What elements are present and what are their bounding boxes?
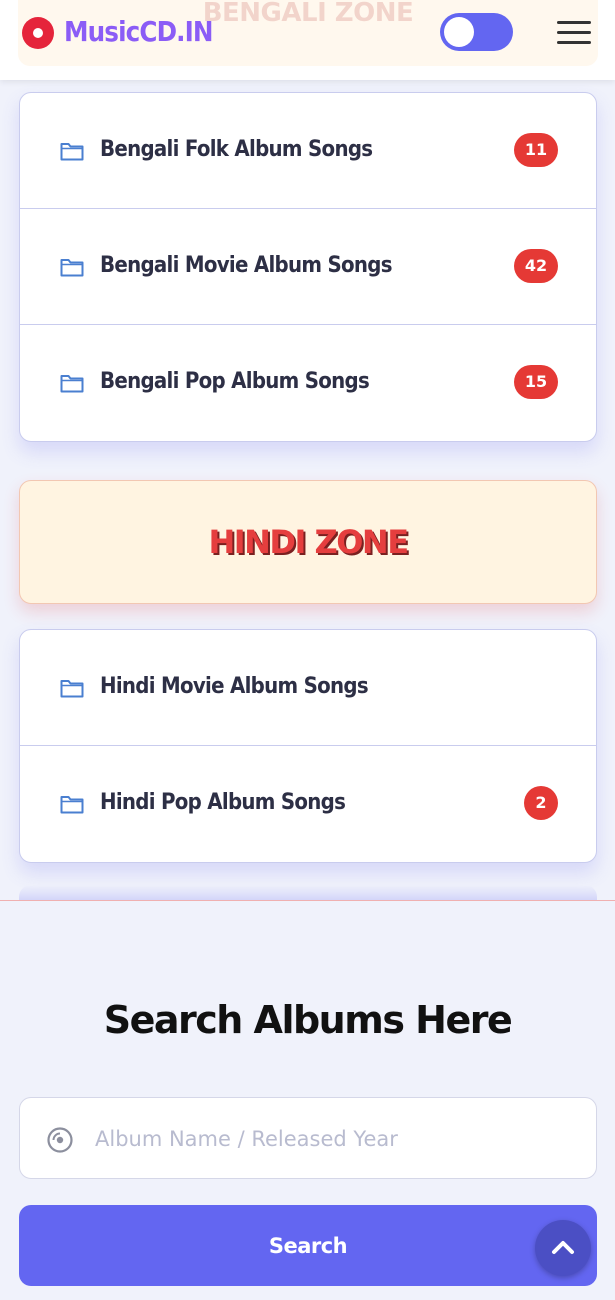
search-field[interactable] xyxy=(19,1097,597,1179)
list-item-label[interactable]: Hindi Pop Album Songs xyxy=(100,790,346,815)
folder-icon xyxy=(60,143,84,161)
list-item-label[interactable]: Bengali Movie Album Songs xyxy=(100,253,392,278)
list-item[interactable]: Hindi Movie Album Songs xyxy=(20,630,596,746)
site-logo[interactable]: MusicCD.IN xyxy=(64,15,214,48)
search-title: Search Albums Here xyxy=(103,998,513,1042)
theme-toggle[interactable] xyxy=(440,13,513,51)
hindi-zone-banner: HINDI ZONE xyxy=(19,480,597,604)
disc-icon xyxy=(47,1127,73,1153)
search-section: Search Albums Here Search xyxy=(0,900,615,1300)
list-item[interactable]: Bengali Pop Album Songs 15 xyxy=(20,325,596,441)
list-item-label[interactable]: Bengali Pop Album Songs xyxy=(100,369,370,394)
folder-icon xyxy=(60,375,84,393)
top-header: BENGALI ZONE MusicCD.IN xyxy=(0,0,615,80)
list-item[interactable]: Hindi Pop Album Songs 2 xyxy=(20,746,596,862)
count-badge: 15 xyxy=(514,365,558,399)
list-item[interactable]: Bengali Folk Album Songs 11 xyxy=(20,93,596,209)
count-badge: 11 xyxy=(514,133,558,167)
hindi-zone-title: HINDI ZONE xyxy=(208,523,409,561)
toggle-knob xyxy=(444,17,474,47)
count-badge: 2 xyxy=(524,786,558,820)
hindi-category-list: Hindi Movie Album Songs Hindi Pop Album … xyxy=(19,629,597,863)
list-item[interactable]: Bengali Movie Album Songs 42 xyxy=(20,209,596,325)
hamburger-menu-icon[interactable] xyxy=(555,18,593,48)
list-item-label[interactable]: Bengali Folk Album Songs xyxy=(100,137,373,162)
music-disc-icon[interactable] xyxy=(22,17,54,49)
scroll-to-top-button[interactable] xyxy=(535,1220,591,1276)
next-zone-shadow xyxy=(19,885,597,901)
folder-icon xyxy=(60,259,84,277)
search-button[interactable]: Search xyxy=(19,1205,597,1286)
folder-icon xyxy=(60,796,84,814)
folder-icon xyxy=(60,680,84,698)
search-input[interactable] xyxy=(95,1118,575,1160)
count-badge: 42 xyxy=(514,249,558,283)
list-item-label[interactable]: Hindi Movie Album Songs xyxy=(100,674,369,699)
chevron-up-icon xyxy=(552,1241,574,1254)
bengali-category-list: Bengali Folk Album Songs 11 Bengali Movi… xyxy=(19,92,597,442)
